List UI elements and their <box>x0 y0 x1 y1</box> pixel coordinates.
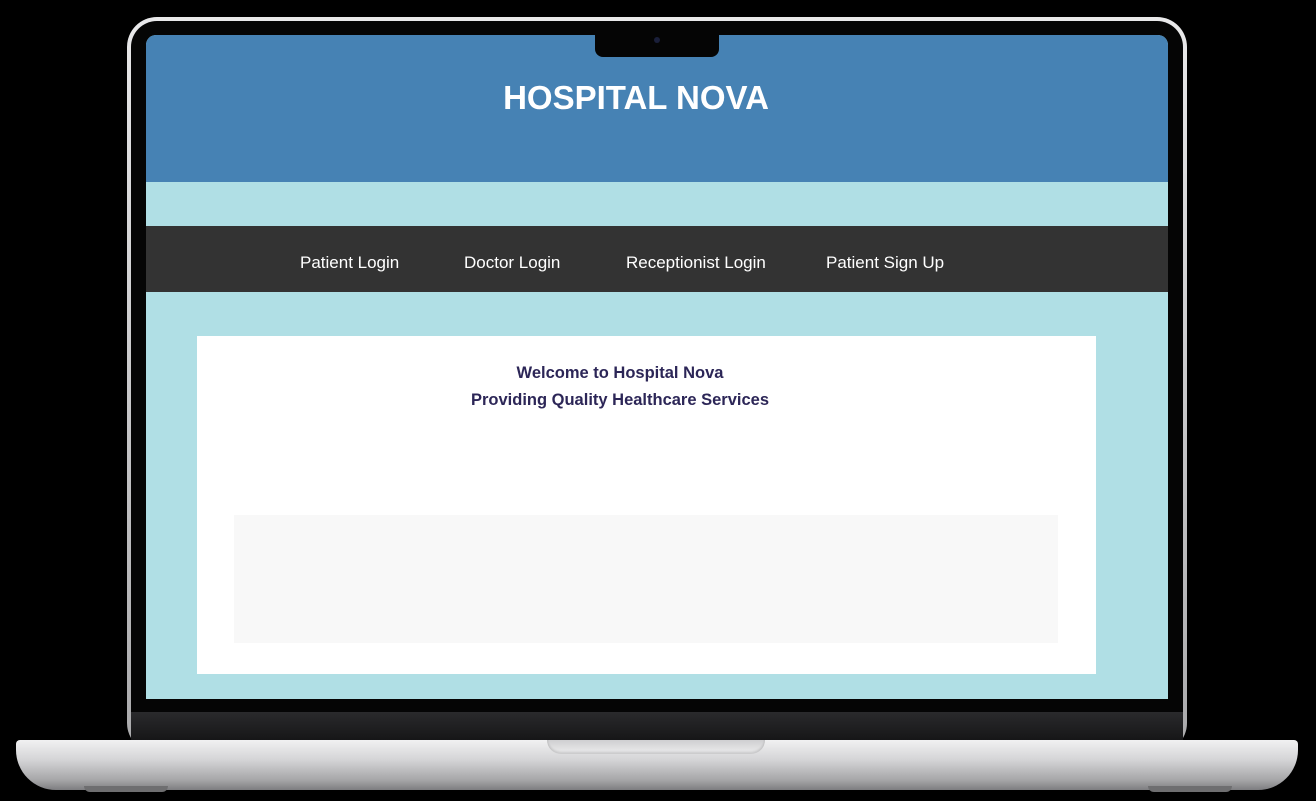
browser-viewport: HOSPITAL NOVA Patient Login Doctor Login… <box>146 35 1168 699</box>
nav-doctor-login-link[interactable]: Doctor Login <box>464 226 560 292</box>
nav-patient-login-link[interactable]: Patient Login <box>300 226 399 292</box>
camera-icon <box>654 37 660 43</box>
laptop-foot-right <box>1148 786 1232 792</box>
camera-notch <box>595 35 719 57</box>
content-panel <box>234 515 1058 643</box>
welcome-card: Welcome to Hospital Nova Providing Quali… <box>197 336 1096 674</box>
site-header: HOSPITAL NOVA <box>146 35 1168 182</box>
nav-patient-signup-link[interactable]: Patient Sign Up <box>826 226 944 292</box>
site-title: HOSPITAL NOVA <box>503 79 769 116</box>
laptop-opening-notch <box>547 740 765 754</box>
nav-receptionist-login-link[interactable]: Receptionist Login <box>626 226 766 292</box>
laptop-foot-left <box>84 786 168 792</box>
laptop-chin <box>131 712 1183 742</box>
welcome-subheading: Providing Quality Healthcare Services <box>470 391 770 409</box>
welcome-heading: Welcome to Hospital Nova <box>516 364 724 382</box>
main-nav: Patient Login Doctor Login Receptionist … <box>146 226 1168 292</box>
